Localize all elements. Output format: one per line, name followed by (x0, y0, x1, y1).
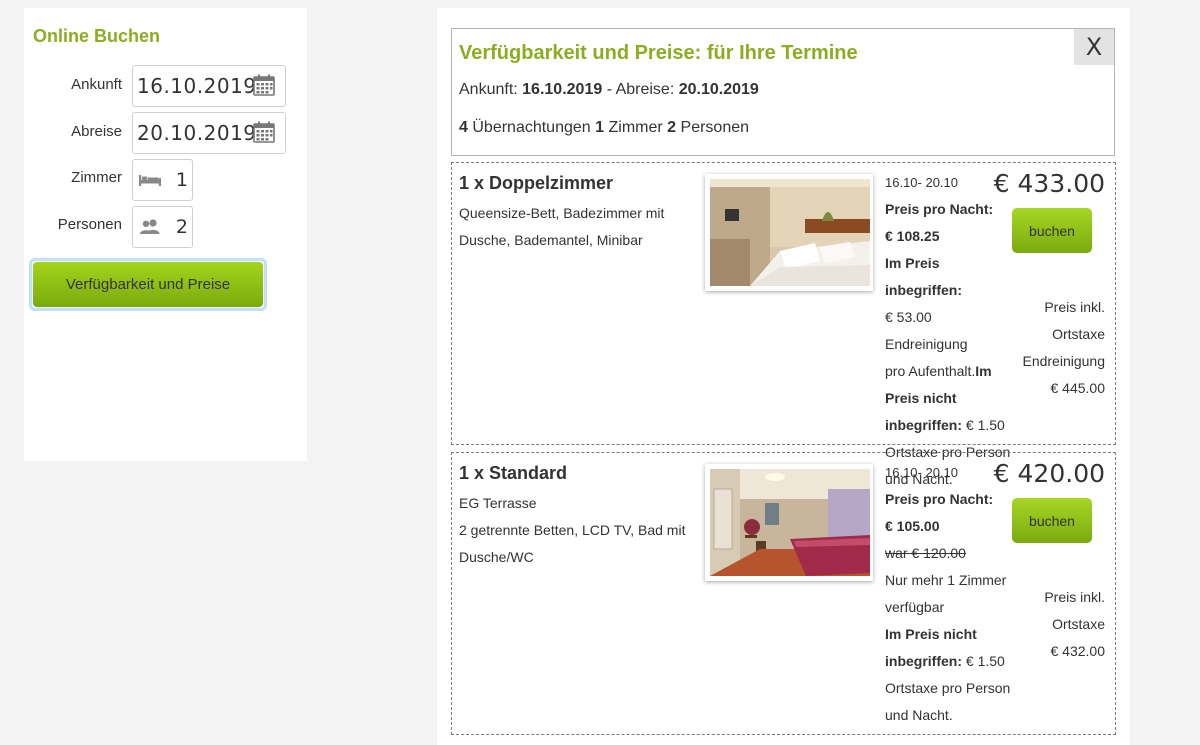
summary-arrival-value: 16.10.2019 (522, 81, 603, 98)
double-room-image (710, 179, 870, 286)
arrival-date-field[interactable]: 16.10.2019 (132, 65, 286, 107)
room-card-doppelzimmer: 1 x Doppelzimmer Queensize-Bett, Badezim… (451, 162, 1116, 487)
persons-label: Personen (57, 216, 122, 233)
bed-icon (139, 175, 161, 186)
persons-value[interactable]: 2 (176, 216, 188, 238)
departure-date-field[interactable]: 20.10.2019 (132, 112, 286, 154)
results-summary: Verfügbarkeit und Preise: für Ihre Termi… (451, 28, 1115, 156)
arrival-label: Ankunft (71, 76, 122, 93)
not-included-text: Ortstaxe pro Person (885, 680, 1011, 696)
summary-persons-label: Personen (680, 119, 750, 136)
room-description: EG Terrasse 2 getrennte Betten, LCD TV, … (459, 490, 694, 571)
room-photo[interactable] (705, 464, 873, 581)
room-description-line: Dusche/WC (459, 549, 534, 565)
booking-form: Online Buchen Ankunft 16.10.2019 Abreise… (24, 8, 307, 461)
nights-value: 4 (459, 119, 468, 136)
book-button[interactable]: buchen (1012, 498, 1092, 543)
persons-icon (140, 219, 160, 234)
included-text: pro Aufenthalt. (885, 363, 976, 379)
room-photo[interactable] (705, 174, 873, 291)
room-description-line: Dusche, Bademantel, Minibar (459, 232, 643, 248)
summary-arrival-label: Ankunft: (459, 81, 518, 98)
room-description-line: EG Terrasse (459, 495, 537, 511)
not-included-label: Im (975, 363, 992, 379)
not-included-label: inbegriffen: (885, 653, 962, 669)
per-night-label: Preis pro Nacht: (885, 201, 994, 217)
price-incl-line: Preis inkl. (1044, 299, 1105, 315)
summary-counts: 4 Übernachtungen 1 Zimmer 2 Personen (459, 119, 749, 137)
total-price: € 420.00 (993, 459, 1105, 488)
summary-persons-value: 2 (667, 119, 677, 136)
per-night-value: € 105.00 (885, 518, 940, 534)
close-button[interactable]: X (1074, 29, 1114, 65)
close-icon[interactable]: X (1086, 33, 1102, 61)
price-incl-line: Ortstaxe (1052, 326, 1105, 342)
nights-label: Übernachtungen (472, 119, 591, 136)
rooms-field[interactable]: 1 (132, 159, 193, 201)
per-night-label: Preis pro Nacht: (885, 491, 994, 507)
results-title: Verfügbarkeit und Preise: für Ihre Termi… (459, 42, 858, 64)
per-night-value: € 108.25 (885, 228, 940, 244)
availability-button[interactable]: Verfügbarkeit und Preise (29, 258, 267, 311)
standard-room-image (710, 469, 870, 576)
summary-departure-label: - Abreise: (606, 81, 675, 98)
persons-field[interactable]: 2 (132, 206, 193, 248)
room-description: Queensize-Bett, Badezimmer mit Dusche, B… (459, 200, 694, 254)
old-price: war € 120.00 (885, 545, 966, 561)
room-title: 1 x Standard (459, 463, 568, 483)
book-button[interactable]: buchen (1012, 208, 1092, 253)
calendar-icon[interactable] (253, 74, 275, 96)
not-included-label: inbegriffen: (885, 417, 962, 433)
price-incl-total: € 432.00 (1050, 643, 1106, 659)
not-included-text: und Nacht. (885, 707, 953, 723)
price-incl-line: Preis inkl. (1044, 589, 1105, 605)
summary-dates: Ankunft: 16.10.2019 - Abreise: 20.10.201… (459, 81, 759, 99)
arrival-date-value[interactable]: 16.10.2019 (133, 74, 257, 98)
room-description-line: 2 getrennte Betten, LCD TV, Bad mit (459, 522, 686, 538)
summary-rooms-label: Zimmer (608, 119, 663, 136)
room-description-line: Queensize-Bett, Badezimmer mit (459, 205, 665, 221)
price-incl: Preis inkl. Ortstaxe Endreinigung € 445.… (995, 294, 1105, 402)
price-incl-line: Ortstaxe (1052, 616, 1105, 632)
rooms-value[interactable]: 1 (176, 169, 188, 191)
old-price-line: war € 120.00 (885, 540, 1015, 567)
availability-button-label[interactable]: Verfügbarkeit und Preise (33, 262, 263, 307)
summary-departure-value: 20.10.2019 (678, 81, 759, 98)
not-included-line: inbegriffen: € 1.50 (885, 412, 1015, 439)
price-incl: Preis inkl. Ortstaxe € 432.00 (995, 584, 1105, 665)
departure-label: Abreise (71, 123, 122, 140)
rooms-label: Zimmer (71, 169, 122, 186)
not-included-value: € 1.50 (965, 417, 1005, 433)
price-incl-line: Endreinigung (1022, 353, 1105, 369)
departure-date-value[interactable]: 20.10.2019 (133, 121, 257, 145)
price-incl-total: € 445.00 (1050, 380, 1106, 396)
total-price: € 433.00 (993, 169, 1105, 198)
results-panel: Verfügbarkeit und Preise: für Ihre Termi… (437, 8, 1130, 745)
room-card-standard: 1 x Standard EG Terrasse 2 getrennte Bet… (451, 452, 1116, 735)
booking-form-title: Online Buchen (33, 26, 161, 46)
calendar-icon[interactable] (253, 121, 275, 143)
room-title: 1 x Doppelzimmer (459, 173, 614, 193)
summary-rooms-value: 1 (595, 119, 605, 136)
